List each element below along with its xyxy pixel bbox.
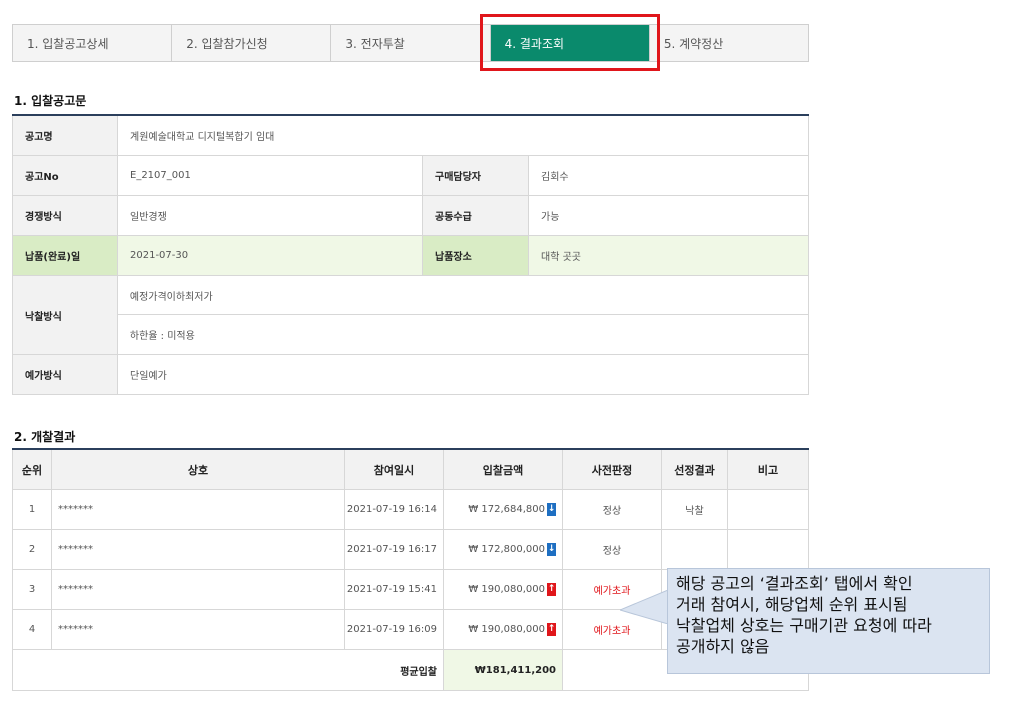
amount-text: ₩ 190,080,000 (468, 584, 545, 595)
company-cell: ******* (52, 490, 345, 529)
datetime-cell: 2021-07-19 16:17 (345, 530, 444, 569)
callout-line-1: 해당 공고의 ‘결과조회’ 탭에서 확인 (676, 574, 913, 593)
tab-bid-application[interactable]: 2. 입찰참가신청 (172, 25, 332, 61)
arrow-up-icon: ↑ (547, 623, 556, 636)
tab-contract-settlement[interactable]: 5. 계약정산 (650, 25, 808, 61)
table-row: 납품(완료)일 2021-07-30 납품장소 대학 곳곳 (12, 236, 809, 276)
explanation-callout: 해당 공고의 ‘결과조회’ 탭에서 확인 거래 참여시, 해당업체 순위 표시됨… (667, 568, 990, 674)
company-cell: ******* (52, 530, 345, 569)
amount-text: ₩ 172,684,800 (468, 504, 545, 515)
estimate-method-value: 단일예가 (118, 355, 809, 394)
tab-bid-detail[interactable]: 1. 입찰공고상세 (13, 25, 173, 61)
estimate-method-label: 예가방식 (12, 355, 118, 394)
amount-text: ₩ 172,800,000 (468, 544, 545, 555)
delivery-place-value: 대학 곳곳 (529, 236, 809, 275)
callout-line-2: 거래 참여시, 해당업체 순위 표시됨 (676, 595, 908, 614)
step-tab-bar: 1. 입찰공고상세 2. 입찰참가신청 3. 전자투찰 4. 결과조회 5. 계… (12, 24, 809, 62)
selection-cell (662, 530, 728, 569)
header-pre-judge: 사전판정 (563, 450, 662, 489)
amount-cell: ₩ 190,080,000 ↑ (444, 570, 563, 609)
award-method-values: 예정가격이하최저가 하한율 : 미적용 (117, 276, 809, 354)
callout-line-4: 공개하지 않음 (676, 637, 770, 656)
datetime-cell: 2021-07-19 16:14 (345, 490, 444, 529)
company-cell: ******* (52, 610, 345, 649)
delivery-place-label: 납품장소 (423, 236, 529, 275)
header-amount: 입찰금액 (444, 450, 563, 489)
announcement-name-label: 공고명 (12, 116, 118, 155)
announcement-no-label: 공고No (12, 156, 118, 195)
delivery-date-label: 납품(완료)일 (12, 236, 118, 275)
table-header-row: 순위 상호 참여일시 입찰금액 사전판정 선정결과 비고 (12, 450, 809, 490)
judge-cell: 정상 (563, 490, 662, 529)
amount-cell: ₩ 190,080,000 ↑ (444, 610, 563, 649)
header-company: 상호 (52, 450, 345, 489)
average-label: 평균입찰 (12, 650, 444, 690)
joint-supply-label: 공동수급 (423, 196, 529, 235)
section-title-announcement: 1. 입찰공고문 (14, 94, 87, 108)
arrow-down-icon: ↓ (547, 543, 556, 556)
header-datetime: 참여일시 (345, 450, 444, 489)
award-method-label: 낙찰방식 (12, 276, 118, 354)
amount-text: ₩ 190,080,000 (468, 624, 545, 635)
competition-value: 일반경쟁 (118, 196, 423, 235)
callout-line-3: 낙찰업체 상호는 구매기관 요청에 따라 (676, 616, 932, 635)
award-method-value-1: 예정가격이하최저가 (117, 276, 808, 315)
rank-cell: 1 (12, 490, 52, 529)
table-row: 1 ******* 2021-07-19 16:14 ₩ 172,684,800… (12, 490, 809, 530)
note-cell (728, 490, 809, 529)
delivery-date-value: 2021-07-30 (118, 236, 423, 275)
buyer-label: 구매담당자 (423, 156, 529, 195)
table-row: 공고No E_2107_001 구매담당자 김회수 (12, 156, 809, 196)
rank-cell: 3 (12, 570, 52, 609)
table-row: 경쟁방식 일반경쟁 공동수급 가능 (12, 196, 809, 236)
buyer-value: 김회수 (529, 156, 809, 195)
section-title-opening-result: 2. 개찰결과 (14, 430, 76, 444)
header-note: 비고 (728, 450, 809, 489)
amount-cell: ₩ 172,800,000 ↓ (444, 530, 563, 569)
award-method-value-2: 하한율 : 미적용 (129, 330, 195, 342)
header-rank: 순위 (12, 450, 52, 489)
datetime-cell: 2021-07-19 16:09 (345, 610, 444, 649)
announcement-table: 공고명 계원예술대학교 디지털복합기 임대 공고No E_2107_001 구매… (12, 114, 809, 395)
competition-label: 경쟁방식 (12, 196, 118, 235)
table-row: 낙찰방식 예정가격이하최저가 하한율 : 미적용 (12, 276, 809, 355)
callout-pointer (620, 590, 669, 624)
arrow-up-icon: ↑ (547, 583, 556, 596)
joint-supply-value: 가능 (529, 196, 809, 235)
note-cell (728, 530, 809, 569)
tab-e-bidding[interactable]: 3. 전자투찰 (331, 25, 491, 61)
announcement-no-value: E_2107_001 (118, 156, 423, 195)
arrow-down-icon: ↓ (547, 503, 556, 516)
table-row: 공고명 계원예술대학교 디지털복합기 임대 (12, 116, 809, 156)
header-selection: 선정결과 (662, 450, 728, 489)
amount-cell: ₩ 172,684,800 ↓ (444, 490, 563, 529)
judge-cell: 정상 (563, 530, 662, 569)
company-cell: ******* (52, 570, 345, 609)
rank-cell: 4 (12, 610, 52, 649)
rank-cell: 2 (12, 530, 52, 569)
table-row: 예가방식 단일예가 (12, 355, 809, 395)
announcement-name-value: 계원예술대학교 디지털복합기 임대 (118, 116, 809, 155)
table-row: 2 ******* 2021-07-19 16:17 ₩ 172,800,000… (12, 530, 809, 570)
average-value: ₩181,411,200 (444, 650, 563, 690)
datetime-cell: 2021-07-19 15:41 (345, 570, 444, 609)
selection-cell: 낙찰 (662, 490, 728, 529)
result-tab-highlight-box (480, 14, 660, 71)
